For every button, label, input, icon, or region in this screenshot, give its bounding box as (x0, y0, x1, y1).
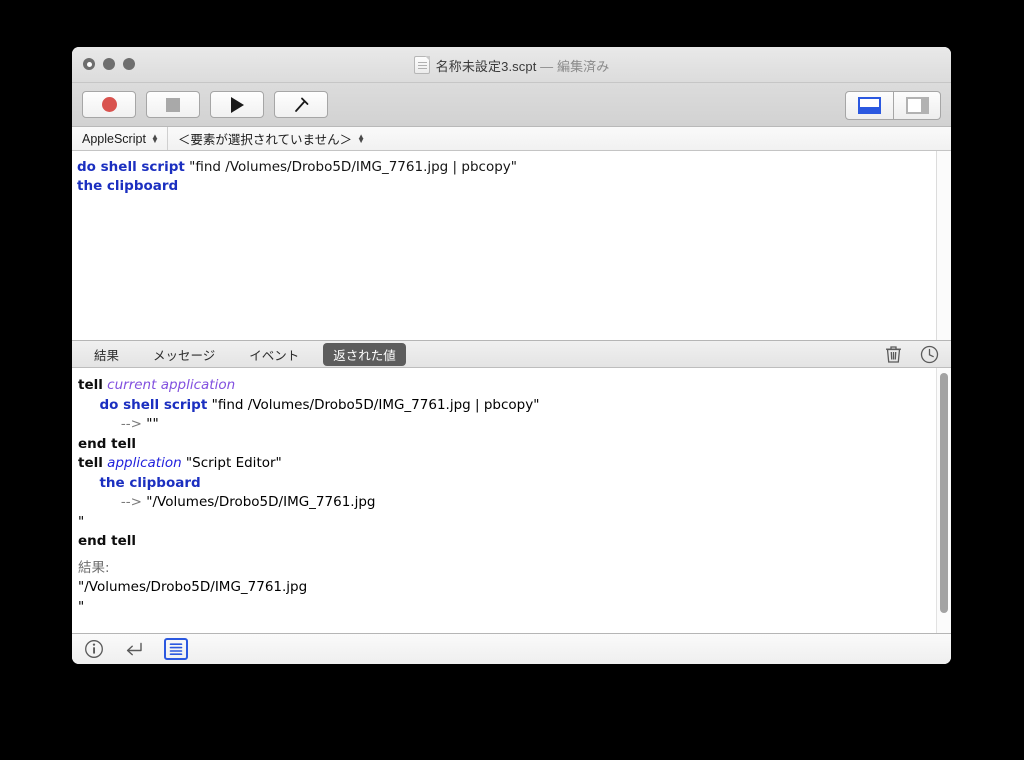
language-popup-label: AppleScript (82, 131, 146, 146)
code-token: do shell script (77, 159, 185, 175)
code-token: the clipboard (77, 178, 179, 194)
log-token: "" (141, 416, 159, 432)
compile-button[interactable] (274, 91, 328, 118)
chevron-updown-icon: ▲ ▼ (357, 131, 366, 145)
result-value-line: "/Volumes/Drobo5D/IMG_7761.jpg (78, 579, 308, 595)
side-pane-icon (905, 97, 929, 114)
log-line: tell application "Script Editor" (78, 454, 936, 474)
window-titlebar: 名称未設定3.scpt — 編集済み (72, 47, 951, 83)
log-line: --> "/Volumes/Drobo5D/IMG_7761.jpg (78, 493, 936, 513)
log-token: end tell (78, 533, 136, 549)
chevron-updown-icon: ▲ ▼ (150, 131, 159, 145)
return-arrow-icon (126, 642, 142, 656)
stop-button[interactable] (146, 91, 200, 118)
log-token: "/Volumes/Drobo5D/IMG_7761.jpg (141, 494, 376, 510)
log-token: --> (120, 416, 142, 432)
script-editor-window: 名称未設定3.scpt — 編集済み AppleScript ▲ ▼ ＜要素が選… (72, 47, 951, 664)
window-title: 名称未設定3.scpt — 編集済み (436, 56, 610, 75)
log-token: application (107, 455, 182, 471)
log-line: tell current application (78, 376, 936, 396)
log-token: tell (78, 455, 103, 471)
element-selector-label: ＜要素が選択されていません＞ (177, 133, 353, 147)
lines-list-icon (169, 643, 183, 655)
tab-returned-values[interactable]: 返された値 (323, 342, 406, 366)
log-token: do shell script (99, 396, 208, 413)
result-label: 結果: (78, 559, 110, 576)
return-button[interactable] (124, 639, 144, 659)
log-token: " (78, 513, 85, 530)
log-actions (885, 341, 939, 367)
code-editor-pane: do shell script "find /Volumes/Drobo5D/I… (72, 151, 951, 341)
log-spacer (78, 552, 936, 559)
editor-toolbar (72, 83, 951, 127)
hammer-icon (294, 97, 308, 112)
code-editor-scrollbar[interactable] (936, 151, 951, 340)
code-editor-text[interactable]: do shell script "find /Volumes/Drobo5D/I… (72, 151, 936, 340)
log-token: "Script Editor" (181, 455, 282, 471)
run-button[interactable] (210, 91, 264, 118)
log-token: the clipboard (99, 474, 201, 491)
close-window-button[interactable] (83, 58, 95, 70)
log-token: "find /Volumes/Drobo5D/IMG_7761.jpg | pb… (207, 396, 540, 413)
log-token: tell (78, 377, 103, 393)
log-output-pane: tell current application do shell script… (72, 368, 951, 634)
status-bar (72, 634, 951, 664)
stop-square-icon (166, 97, 180, 112)
code-line: do shell script "find /Volumes/Drobo5D/I… (77, 158, 936, 177)
log-scrollbar-thumb[interactable] (940, 373, 948, 613)
run-triangle-icon (230, 96, 244, 113)
tab-result[interactable]: 結果 (84, 343, 129, 366)
toolbar-button-group (82, 91, 328, 118)
log-line: --> "" (78, 415, 936, 435)
language-popup[interactable]: AppleScript ▲ ▼ (72, 127, 168, 150)
log-indent (78, 475, 99, 491)
window-title-filename: 名称未設定3.scpt (435, 58, 537, 74)
log-line: end tell (78, 532, 936, 552)
window-title-group: 名称未設定3.scpt — 編集済み (72, 47, 951, 83)
element-selector-popup[interactable]: ＜要素が選択されていません＞ ▲ ▼ (168, 127, 951, 150)
script-popup-bar: AppleScript ▲ ▼ ＜要素が選択されていません＞ ▲ ▼ (72, 127, 951, 151)
log-token: current application (107, 377, 236, 393)
bottom-pane-toggle[interactable] (846, 92, 893, 119)
zoom-window-button[interactable] (123, 58, 135, 70)
log-token: end tell (78, 435, 136, 452)
code-token: "find /Volumes/Drobo5D/IMG_7761.jpg | pb… (184, 159, 517, 175)
traffic-lights (83, 58, 135, 70)
side-pane-toggle[interactable] (893, 92, 940, 119)
view-toggle-group (845, 91, 941, 120)
info-circle-icon (85, 640, 103, 658)
window-title-modified: 編集済み (556, 58, 610, 74)
tab-messages[interactable]: メッセージ (143, 343, 225, 366)
tab-events[interactable]: イベント (239, 343, 309, 366)
log-line: the clipboard (78, 474, 936, 494)
log-tab-bar: 結果 メッセージ イベント 返された値 (72, 341, 951, 368)
code-line: the clipboard (77, 177, 936, 196)
info-button[interactable] (84, 639, 104, 659)
log-line: do shell script "find /Volumes/Drobo5D/I… (78, 396, 936, 416)
log-line: " (78, 513, 936, 533)
trash-icon[interactable] (885, 345, 902, 364)
minimize-window-button[interactable] (103, 58, 115, 70)
log-scrollbar[interactable] (936, 368, 951, 633)
log-lines-button[interactable] (164, 638, 188, 660)
log-indent (78, 416, 121, 432)
record-button[interactable] (82, 91, 136, 118)
log-indent (78, 397, 99, 413)
log-line: end tell (78, 435, 936, 455)
clock-icon[interactable] (920, 345, 939, 364)
bottom-pane-icon (858, 97, 881, 114)
log-indent (78, 494, 121, 510)
record-circle-icon (101, 97, 117, 112)
log-output-text[interactable]: tell current application do shell script… (72, 368, 936, 633)
log-token: --> (120, 494, 142, 510)
script-document-icon (413, 56, 430, 74)
window-title-separator: — (540, 58, 554, 74)
result-value-line: " (78, 598, 85, 615)
